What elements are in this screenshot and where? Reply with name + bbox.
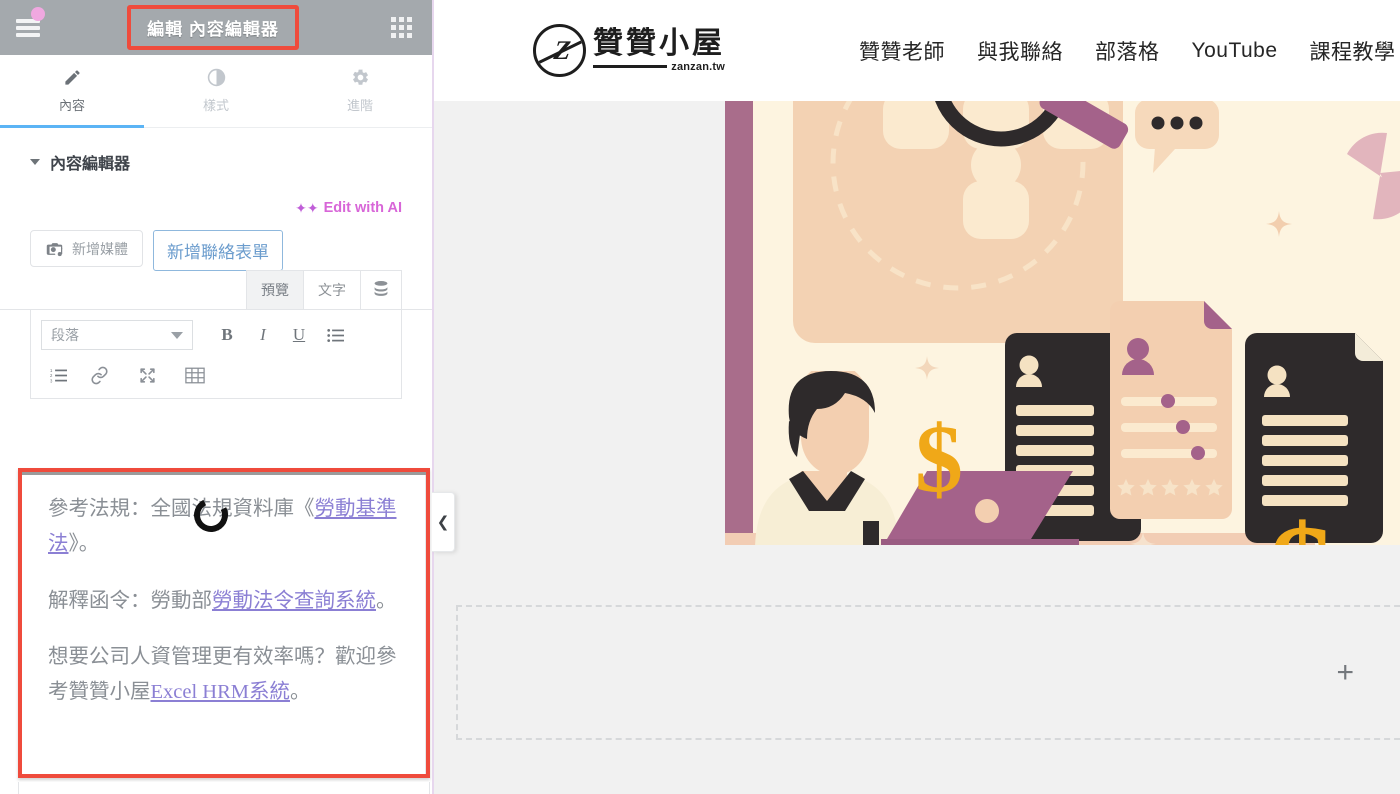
svg-text:3: 3 (50, 378, 53, 383)
logo-text: 贊贊小屋 zanzan.tw (593, 27, 725, 73)
editor-panel-header: 編輯 內容編輯器 (0, 0, 432, 55)
site-logo[interactable]: Z 贊贊小屋 zanzan.tw (533, 24, 725, 77)
dollar-sign-icon: $ (915, 409, 963, 509)
tab-advanced[interactable]: 進階 (288, 55, 432, 127)
bulleted-list-button[interactable] (317, 320, 353, 350)
logo-sub: zanzan.tw (671, 60, 725, 73)
database-icon (373, 280, 389, 301)
insert-table-button[interactable] (171, 360, 219, 390)
hamburger-menu-button[interactable] (0, 0, 56, 55)
content-scrollbar[interactable] (425, 475, 426, 774)
tab-content-label: 內容 (58, 98, 85, 113)
plus-icon[interactable]: + (1336, 657, 1354, 688)
site-menu: 贊贊老師 與我聯絡 部落格 YouTube 課程教學 (859, 36, 1396, 66)
section-title: 內容編輯器 (50, 156, 131, 173)
format-toolbar: 段落 B I U 1 2 3 (30, 310, 402, 399)
paragraph-1-prefix: 參考法規：全國法規資料庫《 (48, 498, 315, 520)
site-preview: Z 贊贊小屋 zanzan.tw 贊贊老師 與我聯絡 部落格 YouTube 課… (434, 0, 1400, 794)
circle-z-logo-icon: Z (533, 24, 586, 77)
mode-tab-text-label: 文字 (318, 282, 346, 298)
content-editor-body[interactable]: 參考法規：全國法規資料庫《勞動基準法》。 解釋函令：勞動部勞動法令查詢系統。 想… (18, 468, 430, 778)
tab-style[interactable]: 樣式 (144, 55, 288, 127)
svg-text:$: $ (915, 409, 963, 509)
paragraph-1-suffix: 》。 (68, 533, 100, 556)
hr-recruitment-illustration: $ $ (725, 101, 1400, 545)
svg-text:$: $ (1269, 501, 1335, 545)
resume-card-center (1110, 301, 1232, 519)
bold-button[interactable]: B (209, 320, 245, 350)
add-media-button[interactable]: 新增媒體 (30, 230, 143, 267)
editor-mode-tabs: 預覽 文字 (0, 270, 432, 310)
format-toolbar-row-1: 段落 B I U (41, 320, 391, 350)
tab-content[interactable]: 內容 (0, 55, 144, 128)
hamburger-menu-icon (16, 18, 40, 37)
apps-grid-button[interactable] (370, 0, 432, 55)
panel-bottom-strip (18, 782, 430, 794)
chevron-left-icon: ❮ (436, 514, 450, 531)
logo-name: 贊贊小屋 (593, 27, 725, 61)
pinwheel-shape (1347, 132, 1400, 220)
underline-button[interactable]: U (281, 320, 317, 350)
tab-style-label: 樣式 (202, 98, 229, 113)
sparkle-shape (1266, 211, 1292, 237)
section-header[interactable]: 內容編輯器 (0, 128, 432, 174)
gear-icon (351, 68, 370, 86)
svg-text:2: 2 (50, 373, 53, 378)
edit-with-ai-label: Edit with AI (323, 200, 402, 216)
chevron-down-icon (30, 159, 40, 165)
chevron-down-icon (171, 331, 183, 339)
mode-tab-database[interactable] (360, 270, 402, 309)
content-paragraph: 解釋函令：勞動部勞動法令查詢系統。 (48, 584, 404, 619)
add-contact-form-button[interactable]: 新增聯絡表單 (153, 230, 283, 271)
paragraph-2-suffix: 。 (376, 589, 397, 612)
paragraph-3-suffix: 。 (290, 681, 311, 703)
editor-panel: 編輯 內容編輯器 內容 樣式 進階 內容編輯器 ✦✦ Edit with AI … (0, 0, 434, 794)
site-menu-item-contact[interactable]: 與我聯絡 (977, 36, 1063, 66)
panel-collapse-button[interactable]: ❮ (432, 492, 455, 552)
panel-title-wrapper: 編輯 內容編輯器 (56, 5, 370, 50)
grid-apps-icon (390, 17, 412, 38)
logo-sub-row: zanzan.tw (593, 61, 725, 73)
site-menu-item-blog[interactable]: 部落格 (1095, 36, 1160, 66)
add-media-label: 新增媒體 (72, 240, 128, 257)
content-paragraph: 想要公司人資管理更有效率嗎？歡迎參考贊贊小屋Excel HRM系統。 (48, 640, 404, 711)
logo-rule (593, 65, 668, 69)
mode-tab-visual-label: 預覽 (261, 282, 289, 298)
tab-advanced-label: 進階 (346, 98, 373, 113)
dollar-sign-icon: $ (1269, 501, 1335, 545)
site-navigation-bar: Z 贊贊小屋 zanzan.tw 贊贊老師 與我聯絡 部落格 YouTube 課… (434, 0, 1400, 101)
mode-tab-visual[interactable]: 預覽 (246, 270, 304, 309)
media-camera-icon (45, 240, 64, 257)
page-title: 編輯 內容編輯器 (127, 5, 299, 50)
edit-with-ai-row[interactable]: ✦✦ Edit with AI (0, 174, 432, 216)
site-menu-item-teacher[interactable]: 贊贊老師 (859, 36, 945, 66)
add-contact-form-label: 新增聯絡表單 (167, 243, 269, 262)
notification-dot (31, 7, 45, 21)
contrast-circle-icon (207, 68, 226, 86)
paragraph-format-select[interactable]: 段落 (41, 320, 193, 350)
site-menu-item-youtube[interactable]: YouTube (1192, 39, 1278, 63)
paragraph-3-link[interactable]: Excel HRM系統 (151, 681, 291, 703)
svg-text:1: 1 (50, 368, 53, 373)
hero-section: $ $ (434, 101, 1400, 545)
fullscreen-button[interactable] (123, 360, 171, 390)
numbered-list-button[interactable]: 1 2 3 (41, 360, 75, 390)
paragraph-2-prefix: 解釋函令：勞動部 (48, 589, 212, 612)
panel-tabs: 內容 樣式 進階 (0, 55, 432, 128)
pencil-icon (63, 68, 82, 86)
sparkle-icon: ✦✦ (295, 200, 319, 216)
builder-drop-zone[interactable]: + (456, 605, 1400, 740)
insert-link-button[interactable] (75, 360, 123, 390)
wp-editor-buttons: 新增媒體 新增聯絡表單 (0, 216, 432, 271)
site-menu-item-courses[interactable]: 課程教學 (1310, 36, 1396, 66)
builder-drop-zone-wrapper: + (434, 545, 1400, 794)
content-text[interactable]: 參考法規：全國法規資料庫《勞動基準法》。 解釋函令：勞動部勞動法令查詢系統。 想… (22, 472, 426, 710)
format-toolbar-row-2: 1 2 3 (41, 360, 391, 390)
italic-button[interactable]: I (245, 320, 281, 350)
speech-bubble-icon (1135, 101, 1219, 173)
paragraph-format-value: 段落 (51, 327, 79, 343)
mode-tab-text[interactable]: 文字 (303, 270, 361, 309)
content-paragraph: 參考法規：全國法規資料庫《勞動基準法》。 (48, 492, 404, 563)
paragraph-2-link[interactable]: 勞動法令查詢系統 (212, 590, 376, 612)
